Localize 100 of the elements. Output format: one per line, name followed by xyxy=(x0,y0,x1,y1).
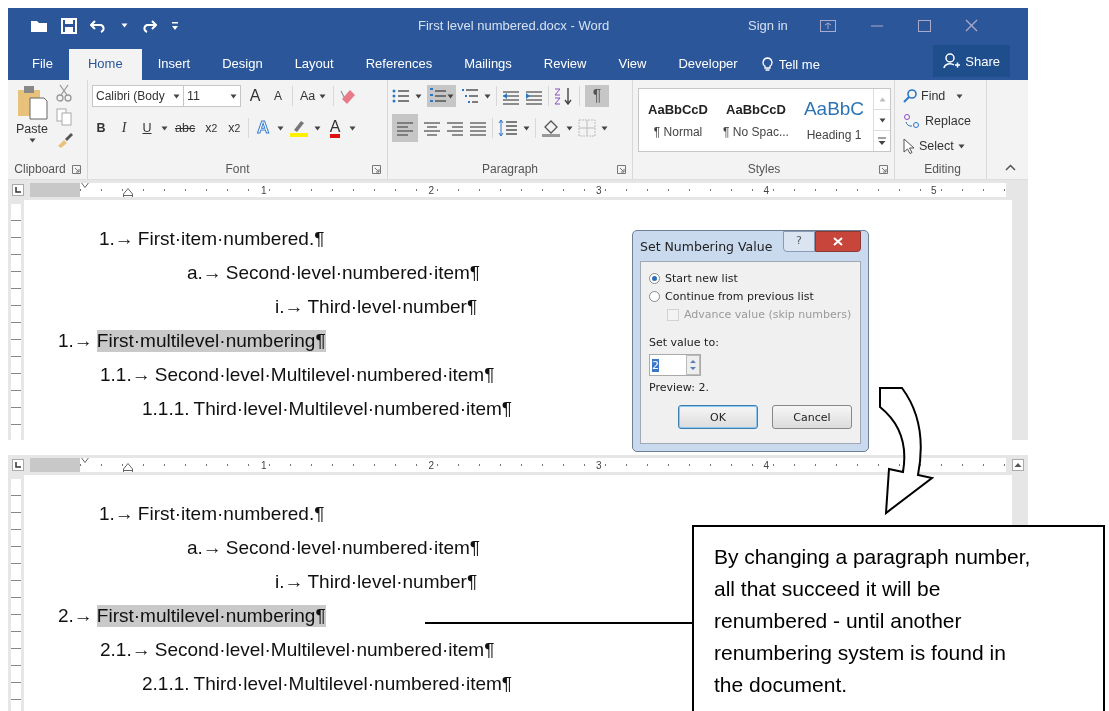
launcher-icon[interactable] xyxy=(617,165,626,174)
caret-icon[interactable] xyxy=(121,23,128,28)
find-button[interactable]: Find xyxy=(903,84,971,108)
show-marks-button[interactable]: ¶ xyxy=(585,85,609,107)
font-name-field[interactable]: Calibri (Body xyxy=(92,85,184,107)
help-button[interactable]: ? xyxy=(783,230,815,252)
paste-button[interactable]: Paste xyxy=(12,84,52,159)
style-name[interactable]: ¶ Normal xyxy=(653,124,703,139)
lightbulb-icon xyxy=(761,57,773,72)
spinner-arrows-icon[interactable] xyxy=(686,355,700,375)
numbering-button[interactable] xyxy=(427,85,456,107)
ribbon-tab[interactable]: Developer xyxy=(662,49,754,80)
radio-label[interactable]: Continue from previous list xyxy=(665,290,814,303)
tell-me-field[interactable]: Tell me xyxy=(761,49,820,80)
paint-bucket-icon[interactable] xyxy=(541,118,561,138)
caret-icon[interactable] xyxy=(566,125,573,131)
list-item-text: Third·level·number¶ xyxy=(307,571,478,593)
launcher-icon[interactable] xyxy=(71,164,81,174)
styles-gallery[interactable]: AaBbCcD ¶ Normal AaBbCcD ¶ No Spac... AaBbC Heading 1 xyxy=(638,88,891,152)
maximize-icon[interactable] xyxy=(918,19,931,32)
multilevel-list-icon[interactable] xyxy=(461,87,479,105)
change-case-button[interactable]: Aa xyxy=(298,85,328,107)
undo-icon[interactable] xyxy=(90,18,108,33)
caret-icon[interactable] xyxy=(447,93,454,99)
caret-icon[interactable] xyxy=(878,117,886,123)
caret-icon[interactable] xyxy=(173,93,180,99)
style-name[interactable]: ¶ No Spac... xyxy=(723,124,789,139)
dialog-button[interactable]: OK xyxy=(678,405,758,429)
style-name[interactable]: Heading 1 xyxy=(806,128,862,142)
caret-icon[interactable] xyxy=(956,93,964,99)
ruler-number: 3 xyxy=(594,459,603,471)
ribbon-tab[interactable]: File xyxy=(16,49,69,80)
caret-icon[interactable] xyxy=(161,125,168,131)
save-icon[interactable] xyxy=(61,17,77,34)
redo-icon[interactable] xyxy=(141,18,157,33)
radio-button[interactable] xyxy=(649,273,660,284)
strikethrough-button[interactable]: abc xyxy=(173,117,198,139)
radio-label[interactable]: Start new list xyxy=(665,272,738,285)
ribbon-tab[interactable]: References xyxy=(349,49,449,80)
ribbon-tab[interactable]: Design xyxy=(206,49,279,80)
horizontal-ruler[interactable]: 1 2 3 4 5 xyxy=(30,183,1006,197)
share-button[interactable]: Share xyxy=(933,45,1010,77)
caret-icon[interactable] xyxy=(277,125,285,131)
launcher-icon[interactable] xyxy=(372,165,381,174)
more-icon[interactable] xyxy=(878,136,886,146)
list-number: 2.1.→ xyxy=(100,639,151,661)
dialog-button[interactable]: Cancel xyxy=(772,405,852,429)
radio-button[interactable] xyxy=(649,291,660,302)
tab-selector-icon[interactable] xyxy=(12,184,24,196)
caret-icon[interactable] xyxy=(349,125,357,131)
shrink-font-button[interactable]: A xyxy=(269,85,287,107)
font-color-button[interactable]: A xyxy=(326,117,345,139)
paintbrush-icon[interactable] xyxy=(56,132,74,148)
caret-icon[interactable] xyxy=(314,125,322,131)
close-icon[interactable] xyxy=(965,19,978,32)
bullets-icon[interactable] xyxy=(392,87,410,105)
replace-button[interactable]: Replace xyxy=(903,109,971,133)
sort-icon[interactable] xyxy=(554,87,574,105)
scissors-icon[interactable] xyxy=(56,84,72,102)
customize-icon[interactable] xyxy=(170,20,180,31)
ribbon-tab[interactable]: Insert xyxy=(141,49,207,80)
tab-selector-icon[interactable] xyxy=(12,459,24,471)
bold-button[interactable]: B xyxy=(92,117,110,139)
list-item-text: First·multilevel·numbering¶ xyxy=(96,330,326,352)
list-number: 2.→ xyxy=(58,605,93,627)
sign-in-link[interactable]: Sign in xyxy=(748,18,820,33)
style-preview[interactable]: AaBbCcD xyxy=(726,101,786,117)
line-spacing-icon[interactable] xyxy=(498,118,518,138)
font-size-field[interactable]: 11 xyxy=(183,85,241,107)
ribbon-tab[interactable]: Mailings xyxy=(448,49,528,80)
caret-icon[interactable] xyxy=(523,125,530,131)
close-button[interactable] xyxy=(815,230,861,252)
grow-font-button[interactable]: A xyxy=(246,85,264,107)
folder-icon[interactable] xyxy=(30,18,48,33)
ribbon-tab[interactable]: View xyxy=(602,49,663,80)
style-preview[interactable]: AaBbC xyxy=(803,98,865,120)
ribbon-display-icon[interactable] xyxy=(820,19,836,32)
italic-button[interactable]: I xyxy=(115,117,133,139)
ribbon-tab[interactable]: Home xyxy=(68,49,142,80)
caret-icon[interactable] xyxy=(28,138,36,143)
caret-icon[interactable] xyxy=(230,93,237,99)
window-title: First level numbered.docx - Word xyxy=(418,18,611,33)
underline-button[interactable]: U xyxy=(138,117,156,139)
ribbon-tab[interactable]: Layout xyxy=(278,49,350,80)
launcher-icon[interactable] xyxy=(879,165,888,174)
scroll-up-icon[interactable] xyxy=(1012,459,1024,471)
caret-icon[interactable] xyxy=(484,93,491,99)
list-item-text: Second·level·numbered·item¶ xyxy=(225,262,480,284)
caret-icon[interactable] xyxy=(318,93,326,99)
collapse-ribbon-icon[interactable] xyxy=(1005,164,1016,171)
dialog-title: Set Numbering Value xyxy=(640,238,774,254)
value-field[interactable]: 2 xyxy=(649,354,701,376)
ribbon-tab[interactable]: Review xyxy=(527,49,603,80)
select-button[interactable]: Select xyxy=(903,134,971,158)
caret-icon[interactable] xyxy=(601,125,608,131)
style-preview[interactable]: AaBbCcD xyxy=(648,101,708,117)
horizontal-ruler[interactable]: 1 2 3 4 xyxy=(30,458,1006,472)
highlighter-icon[interactable] xyxy=(289,118,310,138)
caret-icon[interactable] xyxy=(957,143,965,149)
caret-icon[interactable] xyxy=(415,93,422,99)
